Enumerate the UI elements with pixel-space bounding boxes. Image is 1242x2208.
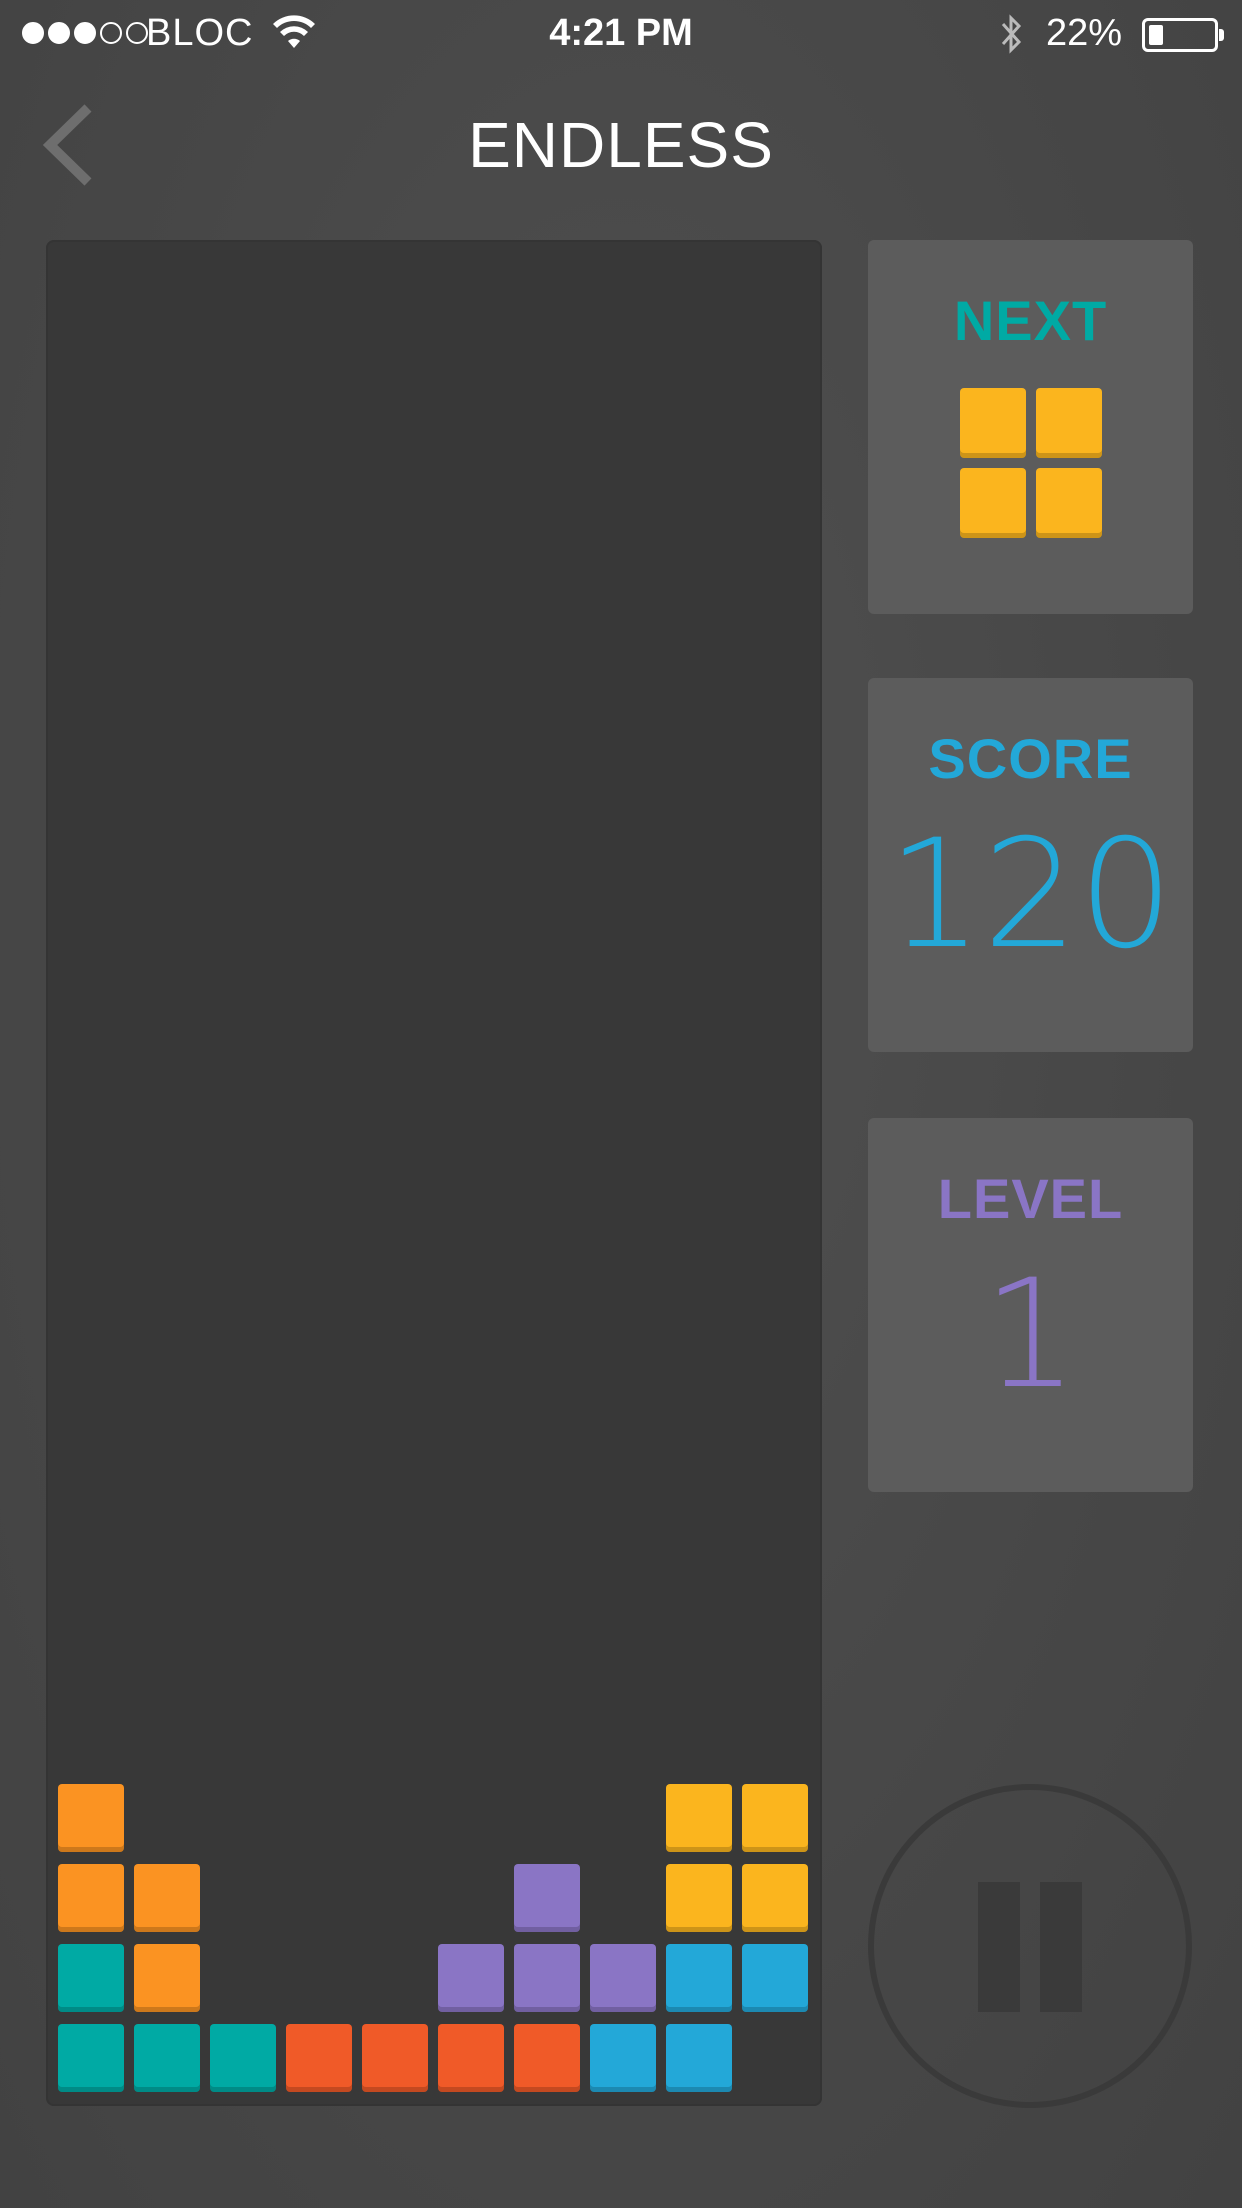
next-piece-cell xyxy=(960,468,1026,538)
block-cell-teal xyxy=(58,2024,124,2092)
block-cell-yellow xyxy=(666,1864,732,1932)
block-cell-teal xyxy=(58,1944,124,2012)
next-piece-cell xyxy=(1036,388,1102,458)
block-cell-orange xyxy=(58,1784,124,1852)
battery-percentage: 22% xyxy=(1046,12,1123,54)
block-cell-teal xyxy=(134,2024,200,2092)
level-value: 1 xyxy=(982,1248,1079,1422)
block-cell-red xyxy=(438,2024,504,2092)
level-label: LEVEL xyxy=(937,1167,1124,1230)
next-label: NEXT xyxy=(953,289,1108,352)
page-title: ENDLESS xyxy=(468,109,774,181)
block-cell-blue xyxy=(742,1944,808,2012)
block-cell-purple xyxy=(514,1944,580,2012)
block-cell-blue xyxy=(666,1944,732,2012)
bluetooth-icon xyxy=(1001,14,1022,54)
level-panel: LEVEL 1 xyxy=(868,1118,1193,1492)
block-cell-blue xyxy=(666,2024,732,2092)
block-cell-red xyxy=(362,2024,428,2092)
block-cell-yellow xyxy=(666,1784,732,1852)
next-piece-cell xyxy=(960,388,1026,458)
block-cell-orange xyxy=(58,1864,124,1932)
status-bar: BLOC 4:21 PM 22% xyxy=(0,0,1242,70)
block-cell-red xyxy=(514,2024,580,2092)
score-value: 120 xyxy=(887,808,1174,982)
block-cell-blue xyxy=(590,2024,656,2092)
next-piece-cell xyxy=(1036,468,1102,538)
game-screen: BLOC 4:21 PM 22% ENDLESS NEXT SCORE 120 … xyxy=(0,0,1242,2208)
block-cell-yellow xyxy=(742,1864,808,1932)
block-cell-red xyxy=(286,2024,352,2092)
block-cell-orange xyxy=(134,1944,200,2012)
block-cell-orange xyxy=(134,1864,200,1932)
battery-icon xyxy=(1142,18,1224,52)
block-cell-purple xyxy=(514,1864,580,1932)
block-cell-yellow xyxy=(742,1784,808,1852)
block-cell-teal xyxy=(210,2024,276,2092)
score-label: SCORE xyxy=(928,727,1133,790)
pause-icon xyxy=(978,1882,1020,2012)
pause-icon-bar xyxy=(1040,1882,1082,2012)
game-board[interactable] xyxy=(46,240,822,2106)
score-panel: SCORE 120 xyxy=(868,678,1193,1052)
pause-button[interactable] xyxy=(868,1784,1192,2108)
next-piece-preview xyxy=(960,388,1102,540)
block-cell-purple xyxy=(438,1944,504,2012)
block-cell-purple xyxy=(590,1944,656,2012)
next-piece-panel: NEXT xyxy=(868,240,1193,614)
